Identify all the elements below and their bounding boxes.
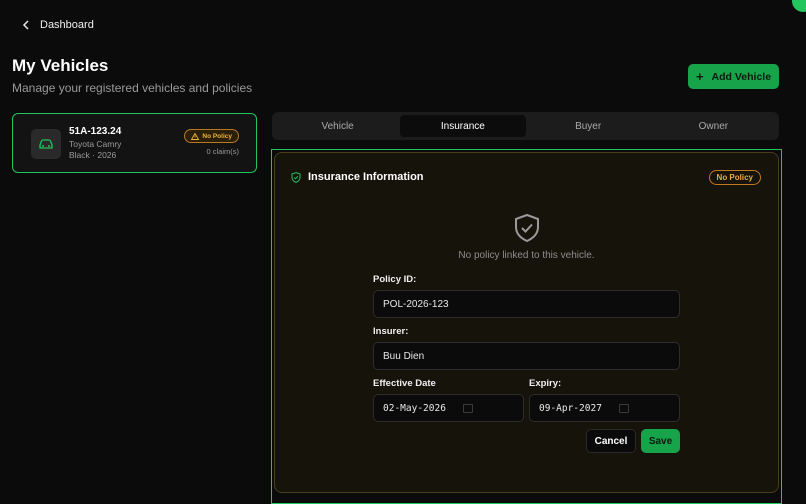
chevron-left-icon (22, 20, 29, 30)
effective-date-input[interactable]: 02-May-2026 (373, 394, 524, 422)
tab-buyer[interactable]: Buyer (526, 115, 651, 137)
effective-date-label: Effective Date (373, 378, 436, 389)
cancel-button[interactable]: Cancel (586, 429, 636, 453)
warning-icon (191, 132, 200, 140)
shield-check-icon (515, 213, 539, 243)
tab-owner[interactable]: Owner (651, 115, 776, 137)
vehicle-status-label: No Policy (202, 132, 232, 140)
policy-id-label: Policy ID: (373, 274, 417, 285)
vehicle-model: Toyota Camry (69, 139, 122, 149)
page-title: My Vehicles (12, 56, 109, 75)
insurance-title: Insurance Information (308, 171, 424, 183)
tab-insurance[interactable]: Insurance (400, 115, 526, 137)
tab-vehicle[interactable]: Vehicle (275, 115, 400, 137)
corner-indicator (792, 0, 806, 12)
page: Dashboard My Vehicles Manage your regist… (0, 0, 806, 504)
insurance-status-badge: No Policy (708, 170, 761, 185)
expiry-date-value: 09-Apr-2027 (539, 402, 602, 414)
back-to-dashboard-link[interactable]: Dashboard (22, 19, 94, 31)
vehicle-status-badge: No Policy (184, 129, 239, 143)
effective-date-value: 02-May-2026 (383, 402, 446, 414)
expiry-date-input[interactable]: 09-Apr-2027 (529, 394, 680, 422)
claims-count: 0 claim(s) (206, 147, 239, 156)
vehicle-tabs: Vehicle Insurance Buyer Owner (272, 112, 779, 140)
insurance-header: Insurance Information (291, 171, 424, 183)
vehicle-card[interactable]: 51A-123.24 Toyota Camry Black · 2026 No … (12, 113, 257, 173)
insurer-label: Insurer: (373, 326, 409, 337)
policy-id-input[interactable]: POL-2026-123 (373, 290, 680, 318)
save-button[interactable]: Save (641, 429, 680, 453)
calendar-icon[interactable] (463, 404, 473, 413)
plus-icon: + (695, 69, 704, 84)
car-icon (31, 129, 61, 159)
empty-state-message: No policy linked to this vehicle. (458, 250, 595, 261)
page-subtitle: Manage your registered vehicles and poli… (12, 81, 253, 95)
add-vehicle-button[interactable]: + Add Vehicle (688, 64, 779, 89)
vehicle-plate: 51A-123.24 (69, 126, 122, 137)
calendar-icon[interactable] (619, 404, 629, 413)
expiry-label: Expiry: (529, 378, 562, 389)
back-link-label: Dashboard (40, 19, 94, 31)
insurance-panel: Insurance Information No Policy No polic… (274, 152, 779, 493)
add-vehicle-label: Add Vehicle (711, 70, 772, 83)
shield-check-icon (291, 171, 301, 183)
insurer-input[interactable]: Buu Dien (373, 342, 680, 370)
vehicle-color-year: Black · 2026 (69, 150, 117, 160)
